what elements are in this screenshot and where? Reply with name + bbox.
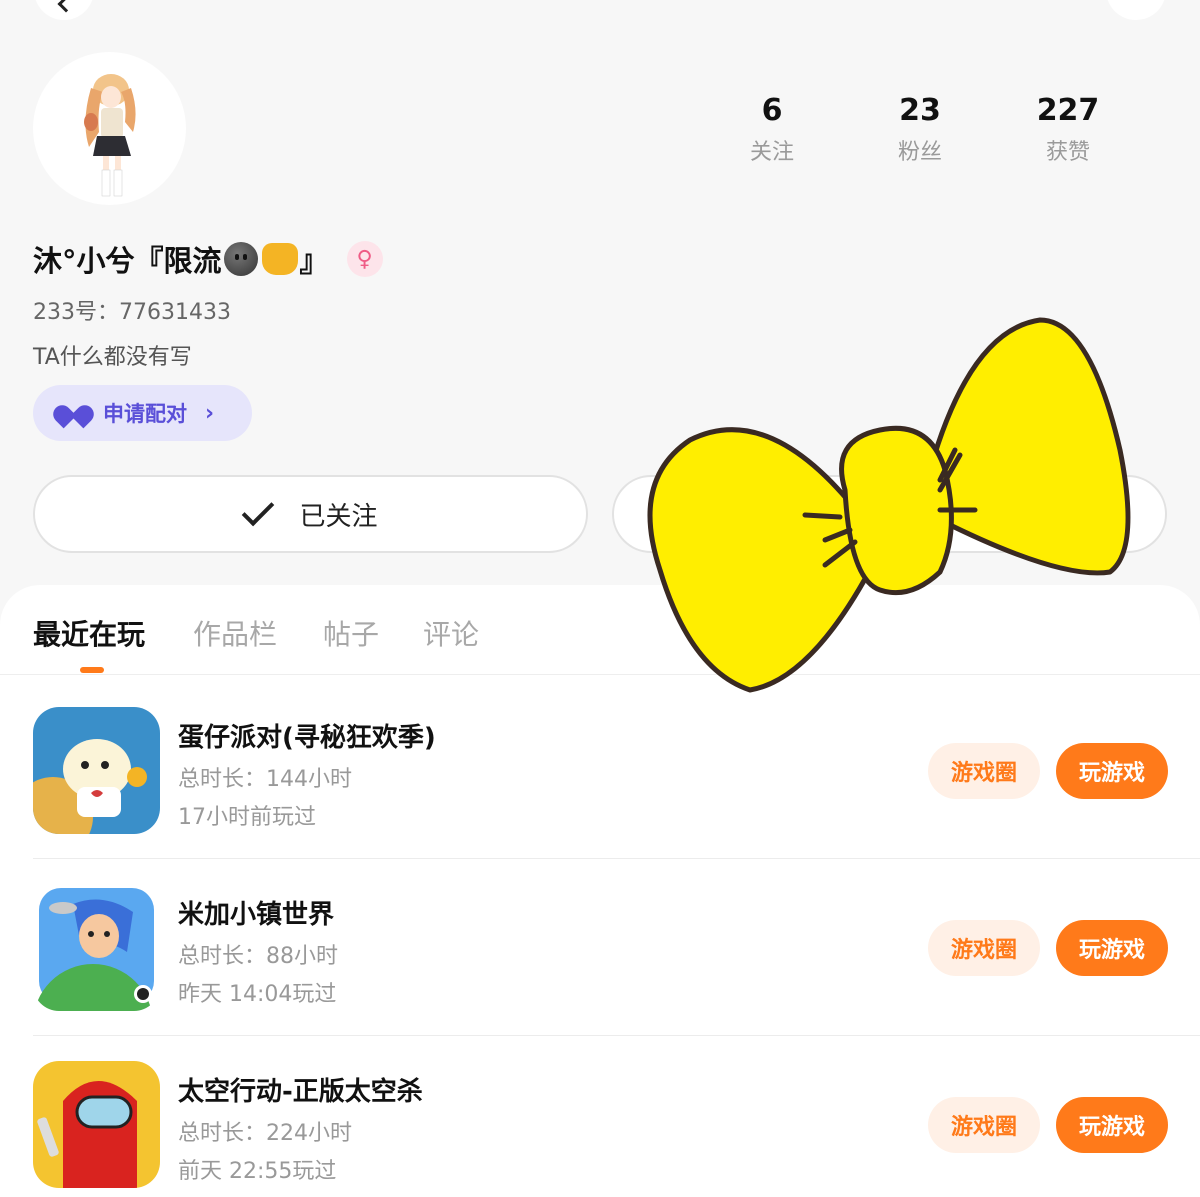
check-icon [242, 493, 275, 527]
tab-recently-played[interactable]: 最近在玩 [33, 613, 145, 653]
tab-bar: 最近在玩 作品栏 帖子 评论 [0, 585, 1200, 675]
content-sheet: 最近在玩 作品栏 帖子 评论 蛋仔派对(寻秘狂欢季) 总时长：144小时 17小… [0, 585, 1200, 1197]
game-last-played: 17小时前玩过 [178, 805, 316, 830]
tab-comments[interactable]: 评论 [423, 613, 479, 653]
user-bio: TA什么都没有写 [33, 345, 192, 370]
back-button[interactable] [34, 0, 94, 20]
pair-label: 申请配对 [103, 402, 187, 426]
eggy-party-image [33, 707, 160, 834]
stat-value: 6 [761, 93, 783, 128]
active-tab-indicator [80, 667, 104, 673]
game-last-played: 前天 22:55玩过 [178, 1159, 337, 1184]
game-duration: 总时长：88小时 [178, 944, 338, 969]
tab-posts[interactable]: 帖子 [323, 613, 379, 653]
play-game-button[interactable]: 玩游戏 [1056, 743, 1168, 799]
game-icon-space-action[interactable] [33, 1061, 160, 1188]
game-icon-miga-town[interactable] [33, 884, 160, 1011]
play-game-button[interactable]: 玩游戏 [1056, 1097, 1168, 1153]
play-game-button[interactable]: 玩游戏 [1056, 920, 1168, 976]
stat-value: 23 [899, 93, 941, 128]
user-id: 233号：77631433 [33, 300, 231, 325]
message-button[interactable] [612, 475, 1167, 553]
game-duration: 总时长：224小时 [178, 1121, 352, 1146]
tab-works[interactable]: 作品栏 [193, 613, 277, 653]
game-circle-button[interactable]: 游戏圈 [928, 1097, 1040, 1153]
nickname-text: 沐°小兮『限流 [33, 244, 222, 278]
double-heart-icon [57, 402, 91, 424]
game-last-played: 昨天 14:04玩过 [178, 982, 337, 1007]
list-divider [33, 858, 1200, 859]
stat-value: 227 [1036, 93, 1100, 128]
chevron-right-icon: › [205, 400, 215, 426]
space-action-image [33, 1061, 160, 1188]
dark-smiley-emoji-icon [223, 242, 258, 276]
game-title: 太空行动-正版太空杀 [178, 1077, 423, 1107]
apply-pairing-button[interactable]: 申请配对 › [33, 385, 252, 441]
follow-label: 已关注 [299, 501, 378, 532]
game-icon-eggy-party[interactable] [33, 707, 160, 834]
back-icon [57, 0, 75, 13]
stat-label: 获赞 [1045, 140, 1090, 165]
followed-button[interactable]: 已关注 [33, 475, 588, 553]
game-circle-button[interactable]: 游戏圈 [928, 743, 1040, 799]
stat-fans[interactable]: 23 粉丝 [860, 92, 980, 166]
game-title: 蛋仔派对(寻秘狂欢季) [178, 723, 436, 753]
stat-label: 关注 [749, 140, 794, 165]
stat-label: 粉丝 [897, 140, 942, 165]
game-duration: 总时长：144小时 [178, 767, 352, 792]
profile-stats: 6 关注 23 粉丝 227 获赞 [0, 92, 1200, 172]
game-circle-button[interactable]: 游戏圈 [928, 920, 1040, 976]
more-button[interactable] [1106, 0, 1166, 20]
miga-town-image [34, 888, 154, 1011]
fist-emoji-icon [261, 243, 298, 275]
game-title: 米加小镇世界 [178, 900, 335, 930]
nickname-end-text: 』 [299, 244, 329, 278]
stat-likes[interactable]: 227 获赞 [1008, 92, 1128, 166]
list-divider [33, 1035, 1200, 1036]
female-gender-icon: ♀ [346, 241, 383, 277]
stat-following[interactable]: 6 关注 [712, 92, 832, 166]
nickname: 沐°小兮『限流 』 ♀ [33, 238, 383, 280]
game-list-item[interactable]: 太空行动-正版太空杀 总时长：224小时 前天 22:55玩过 游戏圈 玩游戏 [0, 1061, 1200, 1197]
